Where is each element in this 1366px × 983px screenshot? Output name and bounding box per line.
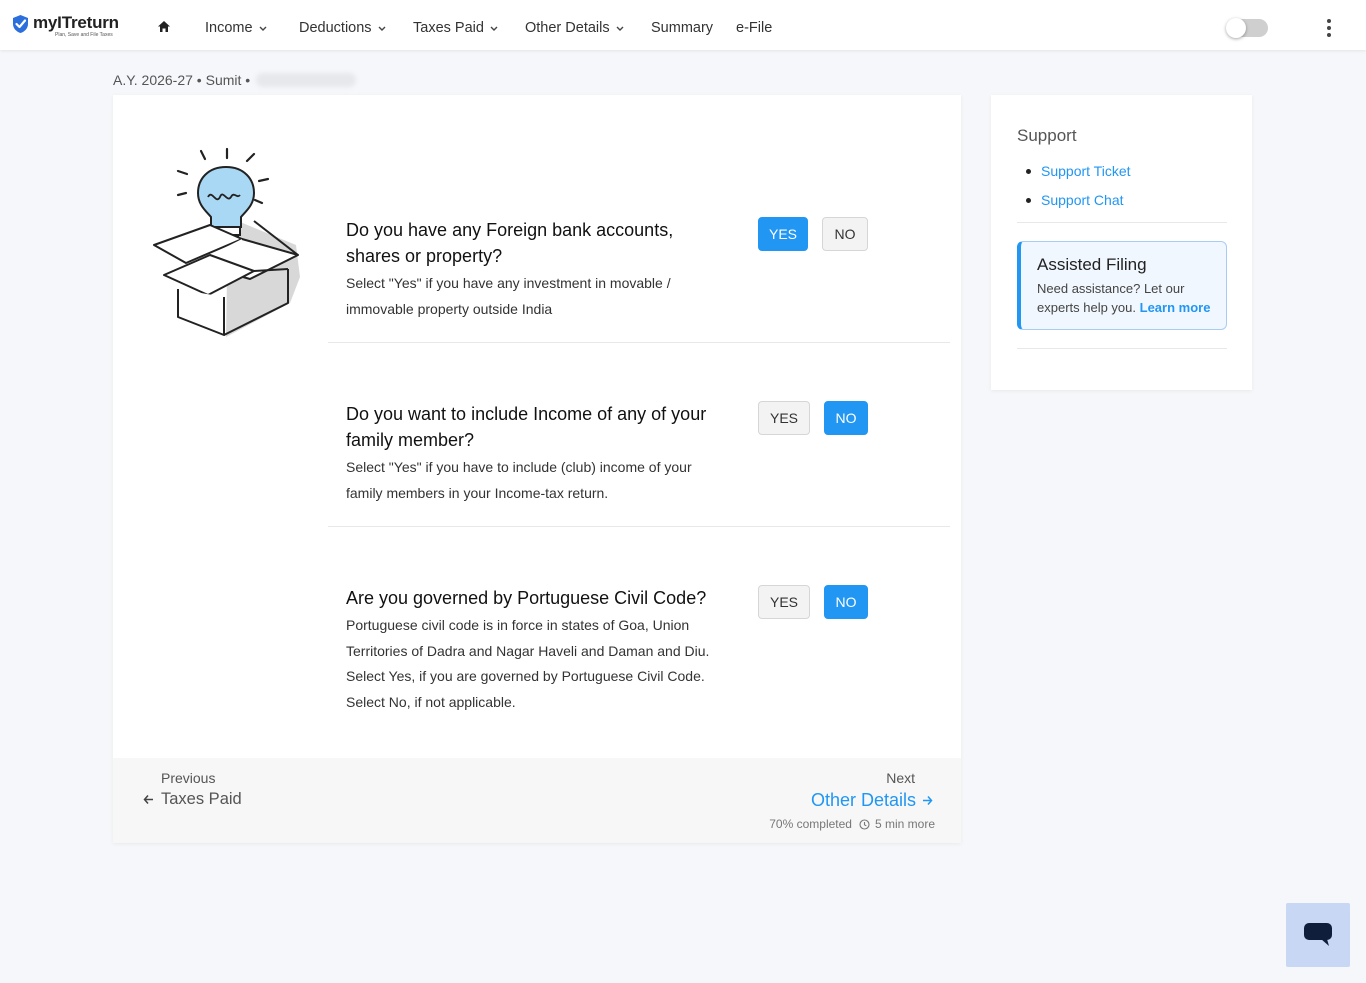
support-sidebar: Support Support Ticket Support Chat Assi… [991,95,1252,390]
assisted-filing-text: Need assistance? Let our experts help yo… [1037,279,1222,317]
nav-other-details-label: Other Details [525,20,610,36]
progress-meta: 70% completed 5 min more [769,817,935,831]
chevron-down-icon [378,26,386,31]
previous-step-link[interactable]: Taxes Paid [143,790,242,809]
question-title: Are you governed by Portuguese Civil Cod… [346,588,707,608]
brand-tagline: Plan, Save and File Taxes [55,32,113,38]
support-title: Support [1017,126,1077,145]
divider [1017,222,1227,223]
question-description: Portuguese civil code is in force in sta… [346,617,710,710]
chat-widget-button[interactable] [1286,903,1350,967]
nav-efile[interactable]: e-File [736,19,772,37]
top-navbar: myITreturn Plan, Save and File Taxes Inc… [0,0,1366,50]
lightbulb-box-illustration [153,147,300,337]
no-button[interactable]: NO [824,401,868,435]
nav-deductions-label: Deductions [299,20,372,36]
divider [328,526,950,527]
theme-toggle[interactable] [1226,18,1268,38]
next-label: Next [886,770,915,786]
brand-logo[interactable]: myITreturn Plan, Save and File Taxes [11,14,119,38]
step-navigation: Previous Taxes Paid Next Other Details 7… [113,758,961,843]
nav-other-details[interactable]: Other Details [525,19,624,37]
shield-check-icon [13,15,28,33]
no-button[interactable]: NO [824,585,868,619]
assisted-filing-card: Assisted Filing Need assistance? Let our… [1017,241,1227,330]
question-title: Do you want to include Income of any of … [346,404,707,450]
chevron-down-icon [616,26,624,31]
toggle-knob [1226,18,1246,38]
divider [328,342,950,343]
divider [1017,348,1227,349]
home-icon[interactable] [157,20,171,38]
nav-taxes-paid[interactable]: Taxes Paid [413,19,498,37]
clock-icon [859,818,870,830]
breadcrumb: A.Y. 2026-27 • Sumit • [113,72,357,88]
yes-button[interactable]: YES [758,585,810,619]
question-description: Select "Yes" if you have to include (clu… [346,459,692,501]
nav-summary[interactable]: Summary [651,19,713,37]
support-links: Support Ticket Support Chat [1026,157,1131,215]
redacted-pan [256,73,357,87]
chat-bubble-icon [1304,923,1332,946]
learn-more-link[interactable]: Learn more [1140,300,1211,315]
no-button[interactable]: NO [822,217,868,251]
next-step-label: Other Details [810,790,916,810]
question-description: Select "Yes" if you have any investment … [346,275,671,317]
support-chat-link[interactable]: Support Chat [1026,186,1131,215]
nav-deductions[interactable]: Deductions [299,19,386,37]
yes-button[interactable]: YES [758,401,810,435]
nav-income-label: Income [205,20,253,36]
time-left-text: 5 min more [874,817,935,831]
questions-card: Do you have any Foreign bank accounts, s… [113,95,961,843]
nav-income[interactable]: Income [205,19,267,37]
assisted-filing-title: Assisted Filing [1037,255,1147,274]
more-menu-icon[interactable] [1319,17,1339,39]
chevron-down-icon [490,26,498,31]
previous-step-label: Taxes Paid [161,790,242,808]
progress-text: 70% completed [769,817,852,831]
breadcrumb-text: A.Y. 2026-27 • Sumit • [113,72,251,88]
chevron-down-icon [259,26,267,31]
nav-taxes-paid-label: Taxes Paid [413,20,484,36]
yes-button[interactable]: YES [758,217,808,251]
arrow-right-icon [923,796,933,805]
next-step-link[interactable]: Other Details [811,790,933,811]
support-ticket-link[interactable]: Support Ticket [1026,157,1131,186]
nav-efile-label: e-File [736,20,773,36]
previous-label: Previous [161,770,216,786]
nav-summary-label: Summary [651,20,714,36]
arrow-left-icon [143,795,153,804]
brand-name: myITreturn [33,13,119,32]
question-title: Do you have any Foreign bank accounts, s… [346,220,674,266]
